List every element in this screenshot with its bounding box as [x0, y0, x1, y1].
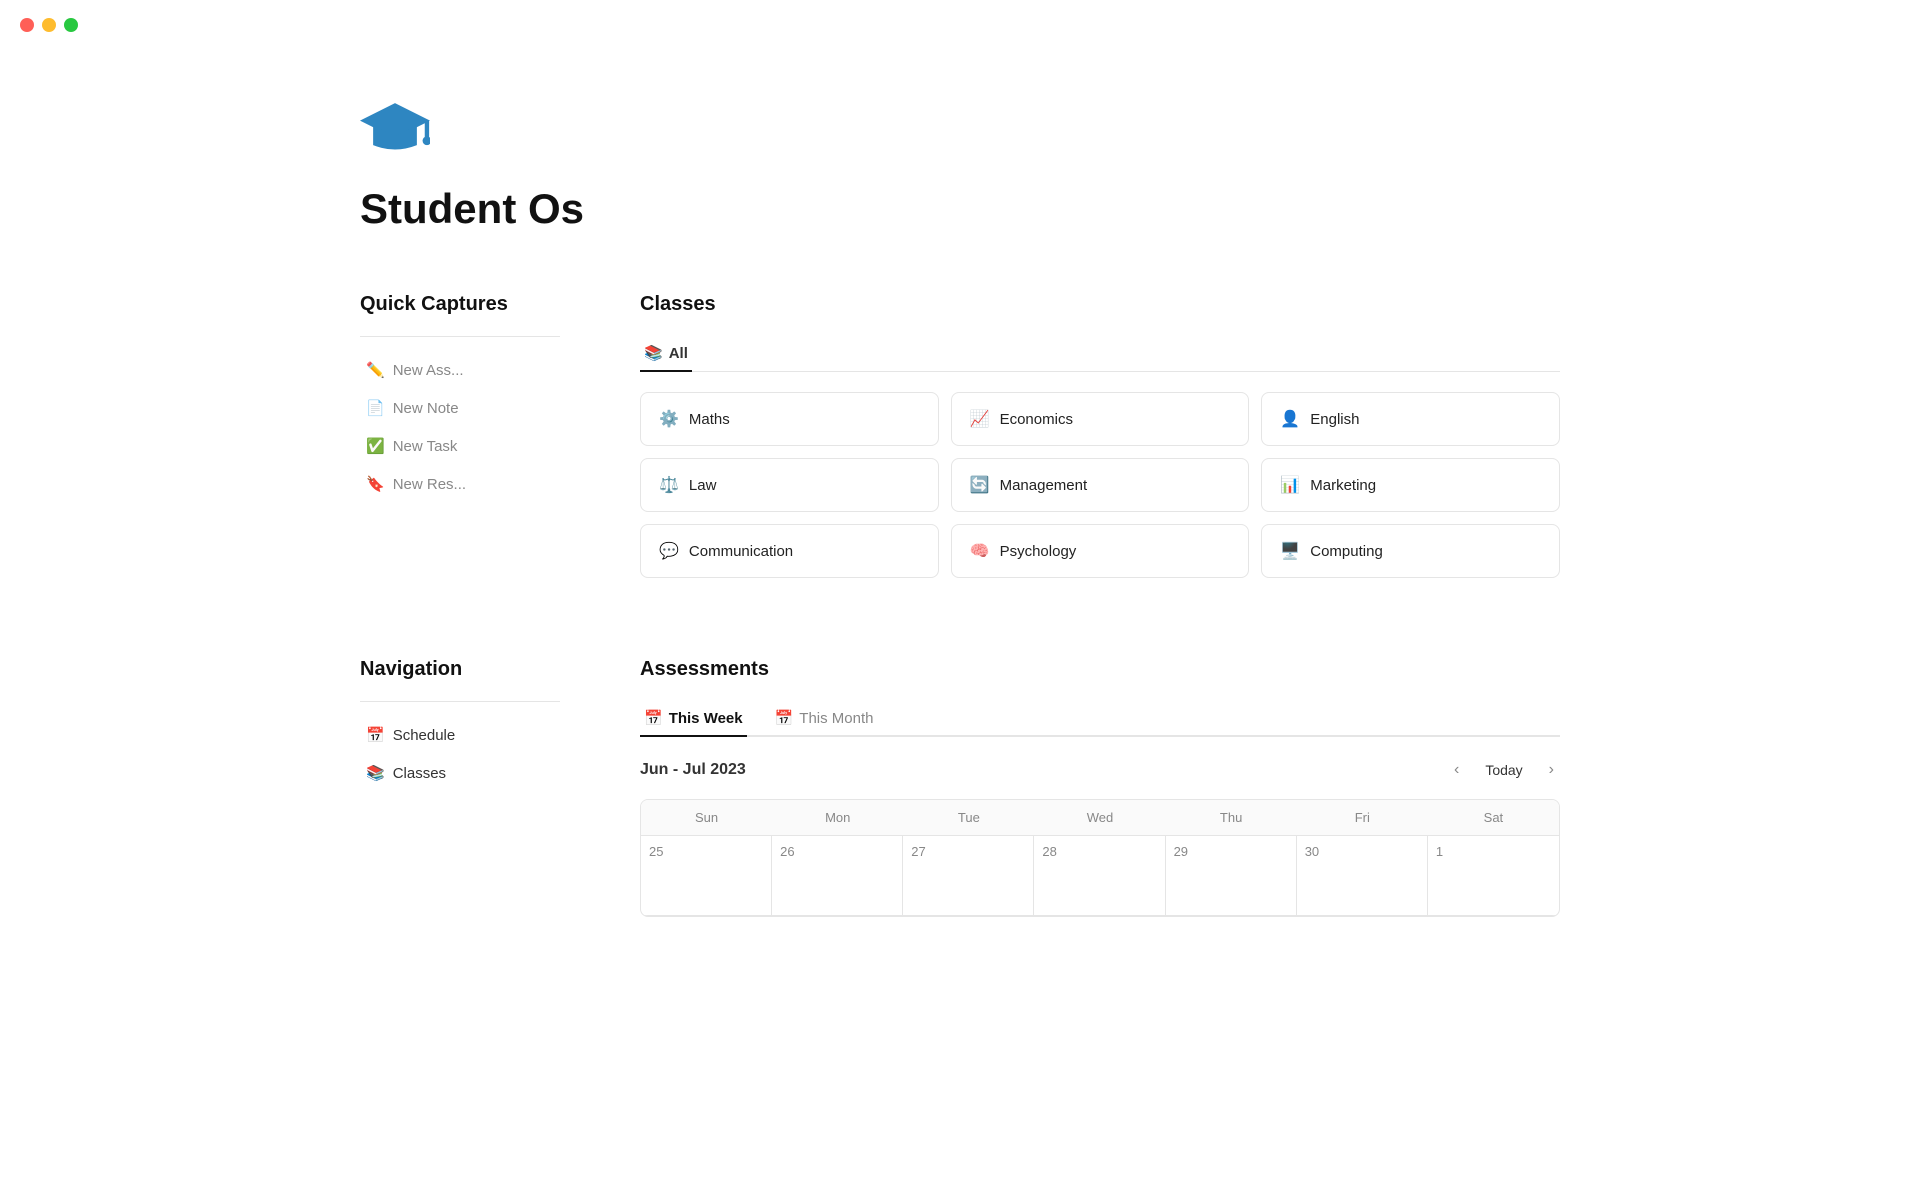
nav-classes[interactable]: 📚 Classes — [360, 756, 560, 790]
minimize-button[interactable] — [42, 18, 56, 32]
tab-all-icon: 📚 — [644, 344, 663, 362]
this-week-label: This Week — [669, 710, 743, 727]
new-note-label: New Note — [393, 400, 459, 417]
this-month-label: This Month — [799, 710, 873, 727]
quick-capture-new-res[interactable]: 🔖 New Res... — [360, 467, 560, 501]
cal-header-mon: Mon — [772, 800, 903, 836]
new-res-icon: 🔖 — [366, 475, 385, 493]
quick-capture-list: ✏️ New Ass... 📄 New Note ✅ New Task 🔖 Ne… — [360, 353, 560, 501]
navigation-title: Navigation — [360, 658, 560, 681]
classes-section: Classes 📚 All ⚙️ Maths 📈 Economics 👤 — [640, 293, 1560, 578]
assessments-section: Assessments 📅 This Week 📅 This Month Jun… — [640, 658, 1560, 917]
class-card-economics[interactable]: 📈 Economics — [951, 392, 1250, 446]
nav-schedule[interactable]: 📅 Schedule — [360, 718, 560, 752]
class-card-marketing[interactable]: 📊 Marketing — [1261, 458, 1560, 512]
quick-capture-new-task[interactable]: ✅ New Task — [360, 429, 560, 463]
english-label: English — [1310, 411, 1359, 428]
tab-this-month[interactable]: 📅 This Month — [771, 701, 878, 737]
cal-cell-26[interactable]: 26 — [772, 836, 903, 916]
cal-header-thu: Thu — [1166, 800, 1297, 836]
calendar-header: Jun - Jul 2023 ‹ Today › — [640, 757, 1560, 783]
new-ass-label: New Ass... — [393, 362, 464, 379]
navigation-section: Navigation 📅 Schedule 📚 Classes — [360, 658, 560, 917]
cal-header-wed: Wed — [1034, 800, 1165, 836]
main-content: Student Os Quick Captures ✏️ New Ass... … — [260, 0, 1660, 1077]
close-button[interactable] — [20, 18, 34, 32]
calendar-grid: Sun Mon Tue Wed Thu Fri Sat 25 26 27 28 … — [640, 799, 1560, 917]
marketing-label: Marketing — [1310, 477, 1376, 494]
traffic-lights — [0, 0, 98, 50]
nav-classes-icon: 📚 — [366, 764, 385, 782]
calendar-date-range: Jun - Jul 2023 — [640, 761, 746, 779]
class-card-computing[interactable]: 🖥️ Computing — [1261, 524, 1560, 578]
schedule-label: Schedule — [393, 727, 456, 744]
law-label: Law — [689, 477, 717, 494]
class-card-communication[interactable]: 💬 Communication — [640, 524, 939, 578]
new-res-label: New Res... — [393, 476, 466, 493]
cal-header-tue: Tue — [903, 800, 1034, 836]
cal-cell-30[interactable]: 30 — [1297, 836, 1428, 916]
quick-capture-new-note[interactable]: 📄 New Note — [360, 391, 560, 425]
maths-icon: ⚙️ — [659, 409, 679, 429]
schedule-icon: 📅 — [366, 726, 385, 744]
classes-tabs: 📚 All — [640, 336, 1560, 372]
quick-capture-new-ass[interactable]: ✏️ New Ass... — [360, 353, 560, 387]
class-card-psychology[interactable]: 🧠 Psychology — [951, 524, 1250, 578]
english-icon: 👤 — [1280, 409, 1300, 429]
classes-grid: ⚙️ Maths 📈 Economics 👤 English ⚖️ Law 🔄 — [640, 392, 1560, 578]
tab-all[interactable]: 📚 All — [640, 336, 692, 372]
psychology-label: Psychology — [1000, 543, 1077, 560]
calendar-next-button[interactable]: › — [1543, 757, 1560, 783]
nav-list: 📅 Schedule 📚 Classes — [360, 718, 560, 790]
cal-cell-25[interactable]: 25 — [641, 836, 772, 916]
cal-cell-29[interactable]: 29 — [1166, 836, 1297, 916]
cal-header-fri: Fri — [1297, 800, 1428, 836]
management-label: Management — [1000, 477, 1088, 494]
divider-2 — [360, 701, 560, 702]
this-month-cal-icon: 📅 — [775, 709, 794, 727]
this-week-cal-icon: 📅 — [644, 709, 663, 727]
new-note-icon: 📄 — [366, 399, 385, 417]
cal-header-sun: Sun — [641, 800, 772, 836]
tab-this-week[interactable]: 📅 This Week — [640, 701, 747, 737]
communication-label: Communication — [689, 543, 793, 560]
class-card-maths[interactable]: ⚙️ Maths — [640, 392, 939, 446]
calendar-prev-button[interactable]: ‹ — [1448, 757, 1465, 783]
divider-1 — [360, 336, 560, 337]
economics-label: Economics — [1000, 411, 1073, 428]
class-card-english[interactable]: 👤 English — [1261, 392, 1560, 446]
management-icon: 🔄 — [970, 475, 990, 495]
communication-icon: 💬 — [659, 541, 679, 561]
law-icon: ⚖️ — [659, 475, 679, 495]
cal-cell-1[interactable]: 1 — [1428, 836, 1559, 916]
new-ass-icon: ✏️ — [366, 361, 385, 379]
top-section: Quick Captures ✏️ New Ass... 📄 New Note … — [360, 293, 1560, 578]
psychology-icon: 🧠 — [970, 541, 990, 561]
cal-cell-27[interactable]: 27 — [903, 836, 1034, 916]
cal-header-sat: Sat — [1428, 800, 1559, 836]
class-card-law[interactable]: ⚖️ Law — [640, 458, 939, 512]
new-task-label: New Task — [393, 438, 458, 455]
computing-icon: 🖥️ — [1280, 541, 1300, 561]
tab-all-label: All — [669, 345, 688, 362]
page-title: Student Os — [360, 185, 1560, 233]
marketing-icon: 📊 — [1280, 475, 1300, 495]
classes-title: Classes — [640, 293, 1560, 316]
computing-label: Computing — [1310, 543, 1383, 560]
maths-label: Maths — [689, 411, 730, 428]
maximize-button[interactable] — [64, 18, 78, 32]
calendar-nav: ‹ Today › — [1448, 757, 1560, 783]
bottom-section: Navigation 📅 Schedule 📚 Classes Assessme… — [360, 658, 1560, 917]
calendar-today-button[interactable]: Today — [1477, 758, 1530, 782]
quick-captures-section: Quick Captures ✏️ New Ass... 📄 New Note … — [360, 293, 560, 578]
cal-cell-28[interactable]: 28 — [1034, 836, 1165, 916]
quick-captures-title: Quick Captures — [360, 293, 560, 316]
nav-classes-label: Classes — [393, 765, 446, 782]
assessments-tabs: 📅 This Week 📅 This Month — [640, 701, 1560, 737]
new-task-icon: ✅ — [366, 437, 385, 455]
economics-icon: 📈 — [970, 409, 990, 429]
assessments-title: Assessments — [640, 658, 1560, 681]
app-logo — [360, 90, 1560, 165]
class-card-management[interactable]: 🔄 Management — [951, 458, 1250, 512]
